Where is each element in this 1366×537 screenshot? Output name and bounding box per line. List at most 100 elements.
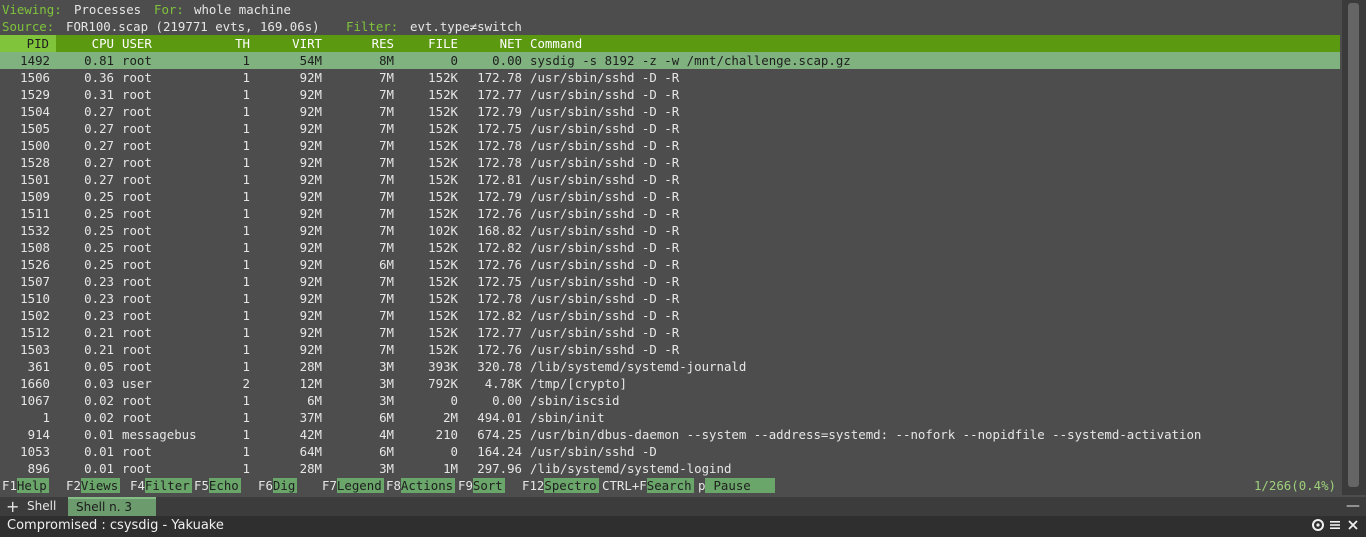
cell-cpu: 0.05 <box>84 359 114 374</box>
fkey-spectro[interactable]: F12Spectro <box>522 477 599 494</box>
cell-user: root <box>122 87 152 102</box>
close-icon[interactable] <box>1347 518 1359 536</box>
table-row[interactable]: 1526 0.25 root 1 92M 6M 152K 172.76/usr/sbin/ss… <box>0 256 1340 273</box>
cell-pid: 1 <box>42 410 50 425</box>
cell-virt: 92M <box>299 291 322 306</box>
table-row[interactable]: 1511 0.25 root 1 92M 7M 152K 172.76/usr/sbin/ss… <box>0 205 1340 222</box>
hamburger-icon[interactable] <box>1329 518 1341 536</box>
table-row[interactable]: 361 0.05 root 1 28M 3M 393K 320.78/lib/systemd/… <box>0 358 1340 375</box>
cell-command: /usr/sbin/sshd -D -R <box>530 274 680 289</box>
cell-res: 7M <box>379 240 394 255</box>
cell-pid: 1507 <box>20 274 50 289</box>
col-th[interactable]: TH <box>200 35 250 52</box>
table-row[interactable]: 1505 0.27 root 1 92M 7M 152K 172.75/usr/sbin/ss… <box>0 120 1340 137</box>
table-row[interactable]: 1506 0.36 root 1 92M 7M 152K 172.78/usr/sbin/ss… <box>0 69 1340 86</box>
fkey-legend[interactable]: F7Legend <box>322 477 384 494</box>
cell-user: root <box>122 189 152 204</box>
fkey-dig[interactable]: F6Dig <box>258 477 298 494</box>
cell-file: 152K <box>428 240 458 255</box>
cell-file: 792K <box>428 376 458 391</box>
cell-command: /usr/sbin/sshd -D -R <box>530 172 680 187</box>
table-row[interactable]: 1510 0.23 root 1 92M 7M 152K 172.78/usr/sbin/ss… <box>0 290 1340 307</box>
cell-res: 6M <box>379 444 394 459</box>
table-row[interactable]: 1501 0.27 root 1 92M 7M 152K 172.81/usr/sbin/ss… <box>0 171 1340 188</box>
gear-icon[interactable] <box>1311 518 1325 536</box>
table-row[interactable]: 896 0.01 root 1 28M 3M 1M 297.96/lib/systemd/sy… <box>0 460 1340 477</box>
table-row[interactable]: 1 0.02 root 1 37M 6M 2M 494.01/sbin/init <box>0 409 1340 426</box>
tab-shell-n-3[interactable]: Shell n. 3 <box>68 497 156 516</box>
cell-pid: 1509 <box>20 189 50 204</box>
cell-cpu: 0.23 <box>84 291 114 306</box>
table-row[interactable]: 1532 0.25 root 1 92M 7M 102K 168.82/usr/sbin/ss… <box>0 222 1340 239</box>
col-file[interactable]: FILE <box>400 35 458 52</box>
cell-user: root <box>122 257 152 272</box>
close-tab-icon[interactable]: — <box>1346 497 1360 516</box>
fkey-actions[interactable]: F8Actions <box>386 477 456 494</box>
scrollbar-thumb[interactable] <box>1348 3 1359 487</box>
col-command[interactable]: Command <box>530 35 582 52</box>
table-row[interactable]: 1507 0.23 root 1 92M 7M 152K 172.75/usr/sbin/ss… <box>0 273 1340 290</box>
scrollbar[interactable] <box>1342 0 1366 495</box>
cell-virt: 92M <box>299 325 322 340</box>
table-row[interactable]: 1512 0.21 root 1 92M 7M 152K 172.77/usr/sbin/ss… <box>0 324 1340 341</box>
cell-th: 1 <box>242 138 250 153</box>
table-row[interactable]: 1509 0.25 root 1 92M 7M 152K 172.79/usr/sbin/ss… <box>0 188 1340 205</box>
cell-net: 172.76 <box>477 206 522 221</box>
cell-pid: 1528 <box>20 155 50 170</box>
fkey-views[interactable]: F2Views <box>66 477 121 494</box>
tab-bar: + Shell Shell n. 3 — <box>0 497 1366 516</box>
cell-th: 1 <box>242 291 250 306</box>
fkey-search[interactable]: CTRL+FSearch <box>602 477 694 494</box>
col-res[interactable]: RES <box>330 35 394 52</box>
table-row[interactable]: 1529 0.31 root 1 92M 7M 152K 172.77/usr/sbin/ss… <box>0 86 1340 103</box>
function-key-bar: F1Help F2Views F4Filter F5Echo F6Dig F7L… <box>0 477 1340 494</box>
table-row[interactable]: 1503 0.21 root 1 92M 7M 152K 172.76/usr/sbin/ss… <box>0 341 1340 358</box>
table-row[interactable]: 1492 0.81 root 1 54M 8M 0 0.00 sysdig -s 8192 -z… <box>0 52 1340 69</box>
table-row[interactable]: 1528 0.27 root 1 92M 7M 152K 172.78/usr/sbin/ss… <box>0 154 1340 171</box>
cell-file: 152K <box>428 325 458 340</box>
table-row[interactable]: 1500 0.27 root 1 92M 7M 152K 172.78/usr/sbin/ss… <box>0 137 1340 154</box>
cell-file: 152K <box>428 308 458 323</box>
terminal-view[interactable]: Viewing: Processes For: whole machine So… <box>0 0 1342 495</box>
fkey-echo[interactable]: F5Echo <box>194 477 241 494</box>
cell-net: 172.78 <box>477 291 522 306</box>
col-pid[interactable]: PID <box>0 35 56 52</box>
cell-pid: 1505 <box>20 121 50 136</box>
cell-file: 152K <box>428 138 458 153</box>
cell-pid: 1512 <box>20 325 50 340</box>
cell-res: 3M <box>379 393 394 408</box>
col-cpu[interactable]: CPU <box>60 35 114 52</box>
table-row[interactable]: 914 0.01 messagebus 1 42M 4M 210 674.25/usr/bin… <box>0 426 1340 443</box>
cell-virt: 92M <box>299 189 322 204</box>
cell-net: 494.01 <box>477 410 522 425</box>
cell-file: 102K <box>428 223 458 238</box>
col-virt[interactable]: VIRT <box>250 35 322 52</box>
tab-shell[interactable]: Shell <box>19 497 65 516</box>
cell-res: 3M <box>379 461 394 476</box>
cell-th: 1 <box>242 206 250 221</box>
col-net[interactable]: NET <box>460 35 522 52</box>
cell-res: 6M <box>379 410 394 425</box>
fkey-help[interactable]: F1Help <box>2 477 49 494</box>
col-user[interactable]: USER <box>122 35 152 52</box>
fkey-filter[interactable]: F4Filter <box>130 477 192 494</box>
fkey-sort[interactable]: F9Sort <box>458 477 505 494</box>
plus-icon[interactable]: + <box>6 497 19 516</box>
cell-res: 6M <box>379 257 394 272</box>
fkey-pause[interactable]: p Pause <box>698 477 775 494</box>
cell-user: root <box>122 410 152 425</box>
cell-command: /usr/sbin/sshd -D -R <box>530 155 680 170</box>
table-row[interactable]: 1508 0.25 root 1 92M 7M 152K 172.82/usr/sbin/ss… <box>0 239 1340 256</box>
table-row[interactable]: 1660 0.03 user 2 12M 3M 792K 4.78K/tmp/[crypto] <box>0 375 1340 392</box>
cell-cpu: 0.02 <box>84 410 114 425</box>
table-row[interactable]: 1502 0.23 root 1 92M 7M 152K 172.82/usr/sbin/ss… <box>0 307 1340 324</box>
cell-cpu: 0.27 <box>84 155 114 170</box>
table-row[interactable]: 1067 0.02 root 1 6M 3M 0 0.00/sbin/iscsid <box>0 392 1340 409</box>
cell-th: 1 <box>242 444 250 459</box>
cell-th: 1 <box>242 121 250 136</box>
cell-file: 152K <box>428 342 458 357</box>
cell-net: 172.76 <box>477 257 522 272</box>
table-row[interactable]: 1053 0.01 root 1 64M 6M 0 164.24/usr/sbin/sshd … <box>0 443 1340 460</box>
table-row[interactable]: 1504 0.27 root 1 92M 7M 152K 172.79/usr/sbin/ss… <box>0 103 1340 120</box>
source-value: FOR100.scap (219771 evts, 169.06s) <box>66 19 320 34</box>
